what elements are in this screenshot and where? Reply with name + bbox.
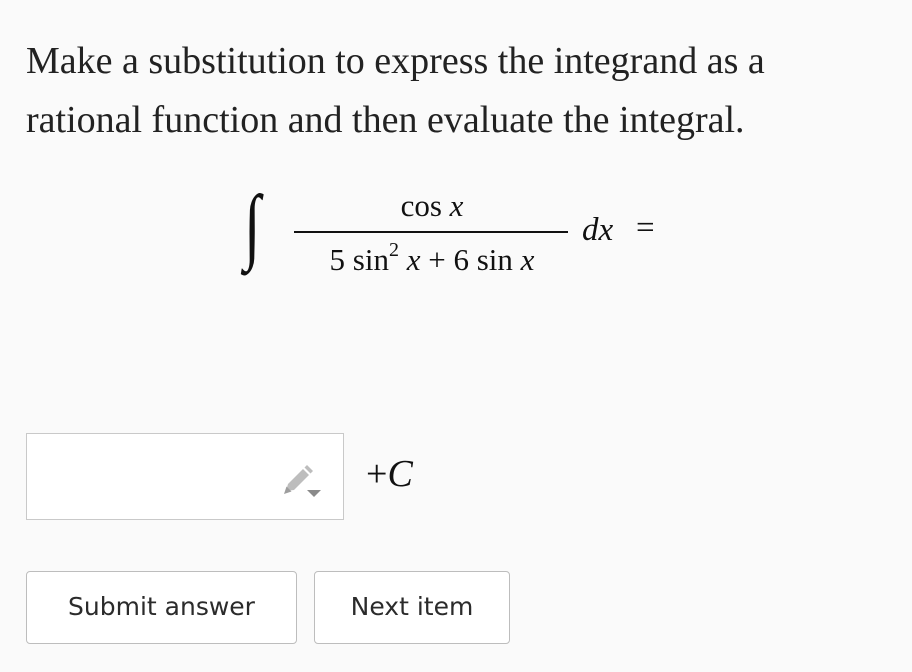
question-prompt: Make a substitution to express the integ…: [26, 32, 886, 150]
constant-of-integration: +C: [366, 452, 413, 496]
denominator-coefficient-1: 5: [329, 242, 346, 277]
integral-sign: ∫: [244, 179, 261, 272]
denominator-function-2: sin: [476, 242, 513, 277]
next-item-button[interactable]: Next item: [314, 571, 510, 644]
differential: dx: [582, 212, 614, 248]
denominator-coefficient-2: 6: [453, 242, 469, 277]
denominator-exponent: 2: [388, 239, 399, 261]
question-line-2: rational function and then evaluate the …: [26, 99, 745, 141]
fraction-bar: [294, 231, 568, 233]
question-line-1: Make a substitution to express the integ…: [26, 40, 765, 82]
denominator-variable-1: x: [406, 242, 421, 277]
plus-sign: +: [366, 453, 388, 495]
denominator-function-1: sin: [352, 242, 389, 277]
numerator-variable: x: [449, 188, 464, 223]
integrand-denominator: 5 sin2 x + 6 sin x: [292, 239, 572, 278]
denominator-plus: +: [428, 242, 446, 277]
answer-input[interactable]: [33, 440, 277, 514]
equals-sign: =: [636, 210, 655, 246]
pencil-dropdown-icon[interactable]: [280, 459, 324, 499]
submit-answer-button[interactable]: Submit answer: [26, 571, 297, 644]
numerator-function: cos: [400, 188, 442, 223]
integrand-numerator: cos x: [292, 188, 572, 224]
denominator-variable-2: x: [520, 242, 535, 277]
integral-expression: ∫ cos x 5 sin2 x + 6 sin x dx =: [240, 180, 680, 290]
constant-c: C: [387, 453, 413, 495]
